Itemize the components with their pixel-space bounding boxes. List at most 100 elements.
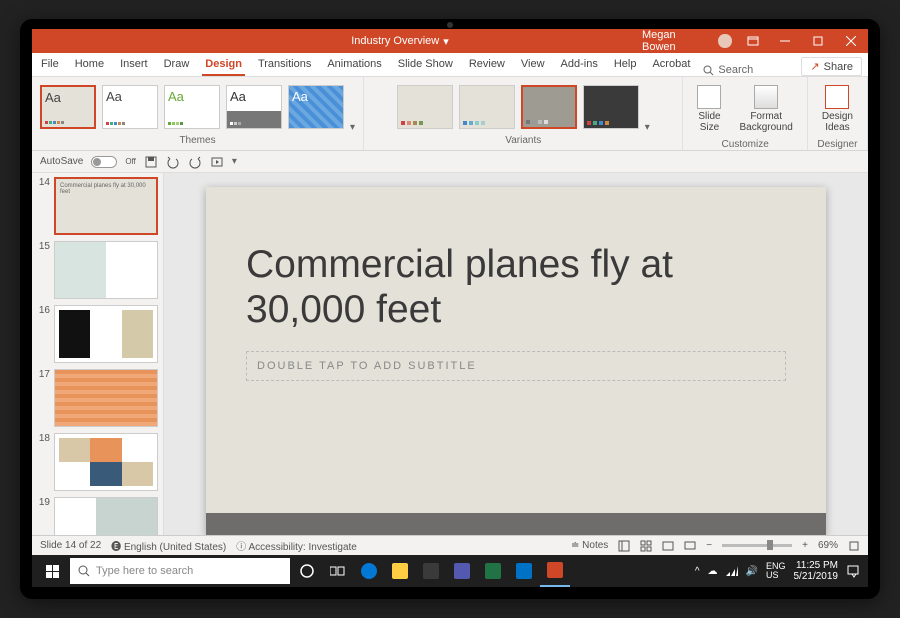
- maximize-button[interactable]: [807, 36, 830, 46]
- variant-thumb-1[interactable]: [397, 85, 453, 129]
- taskbar-app-store[interactable]: [416, 555, 446, 587]
- title-bar: Industry Overview ▾ Megan Bowen: [32, 29, 868, 53]
- slide[interactable]: Commercial planes fly at 30,000 feet DOU…: [206, 187, 826, 535]
- design-ideas-button[interactable]: Design Ideas: [816, 81, 859, 137]
- tab-review[interactable]: Review: [466, 54, 508, 76]
- variant-thumb-4[interactable]: [583, 85, 639, 129]
- ribbon-display-button[interactable]: [742, 36, 765, 46]
- themes-more-icon[interactable]: ▾: [350, 122, 355, 133]
- design-ideas-icon: [825, 85, 849, 109]
- accessibility-status[interactable]: ⓘ Accessibility: Investigate: [236, 538, 357, 553]
- task-view-icon: [330, 565, 346, 577]
- save-button[interactable]: [144, 155, 158, 169]
- tab-slideshow[interactable]: Slide Show: [395, 54, 456, 76]
- slide-counter: Slide 14 of 22: [40, 540, 101, 551]
- close-button[interactable]: [839, 36, 862, 46]
- share-icon: ↗: [810, 60, 819, 73]
- sorter-view-button[interactable]: [640, 540, 652, 552]
- thumb-15[interactable]: 15: [36, 241, 159, 299]
- tray-chevron-icon[interactable]: ^: [695, 566, 700, 577]
- cortana-button[interactable]: [292, 555, 322, 587]
- reading-view-button[interactable]: [662, 540, 674, 552]
- quick-access-toolbar: AutoSave Off ▾: [32, 151, 868, 173]
- slide-size-button[interactable]: Slide Size: [691, 81, 727, 137]
- tab-addins[interactable]: Add-ins: [558, 54, 601, 76]
- notes-toggle[interactable]: ≐ Notes: [571, 540, 608, 551]
- slide-subtitle-placeholder[interactable]: DOUBLE TAP TO ADD SUBTITLE: [246, 351, 786, 381]
- theme-thumb-4[interactable]: Aa: [226, 85, 282, 129]
- tab-view[interactable]: View: [518, 54, 548, 76]
- autosave-toggle[interactable]: [91, 156, 117, 168]
- tab-draw[interactable]: Draw: [161, 54, 193, 76]
- tray-volume-icon[interactable]: 🔊: [746, 566, 758, 577]
- slideshow-view-button[interactable]: [684, 540, 696, 552]
- variant-thumb-3[interactable]: [521, 85, 577, 129]
- play-icon: [210, 155, 224, 169]
- tray-network-icon[interactable]: [726, 566, 738, 576]
- redo-icon: [188, 155, 202, 169]
- slide-canvas: Commercial planes fly at 30,000 feet DOU…: [164, 173, 868, 535]
- theme-thumb-5[interactable]: Aa: [288, 85, 344, 129]
- language-status[interactable]: 🅔 English (United States): [111, 538, 226, 553]
- themes-group-label: Themes: [40, 133, 355, 146]
- slide-title[interactable]: Commercial planes fly at 30,000 feet: [246, 243, 786, 333]
- tray-notifications-icon[interactable]: [846, 564, 860, 578]
- tray-language[interactable]: ENG US: [766, 562, 786, 580]
- taskbar-app-explorer[interactable]: [385, 555, 415, 587]
- tab-help[interactable]: Help: [611, 54, 640, 76]
- thumb-18[interactable]: 18: [36, 433, 159, 491]
- user-avatar[interactable]: [718, 34, 731, 48]
- tab-transitions[interactable]: Transitions: [255, 54, 314, 76]
- task-view-button[interactable]: [323, 555, 353, 587]
- fit-to-window-button[interactable]: [848, 540, 860, 552]
- tab-animations[interactable]: Animations: [324, 54, 384, 76]
- user-name: Megan Bowen: [642, 29, 708, 53]
- variants-group-label: Variants: [372, 133, 674, 146]
- undo-button[interactable]: [166, 155, 180, 169]
- customize-group-label: Customize: [691, 137, 798, 150]
- thumb-19[interactable]: 19: [36, 497, 159, 535]
- zoom-level[interactable]: 69%: [818, 540, 838, 551]
- dropdown-icon[interactable]: ▾: [443, 35, 449, 48]
- share-button[interactable]: ↗ Share: [801, 57, 862, 76]
- thumb-17[interactable]: 17: [36, 369, 159, 427]
- start-from-beginning-button[interactable]: [210, 155, 224, 169]
- normal-view-button[interactable]: [618, 540, 630, 552]
- zoom-out-button[interactable]: −: [706, 540, 712, 551]
- variant-thumb-2[interactable]: [459, 85, 515, 129]
- theme-thumb-1[interactable]: Aa: [40, 85, 96, 129]
- ribbon-tabs: File Home Insert Draw Design Transitions…: [32, 53, 868, 77]
- taskbar-app-edge[interactable]: [354, 555, 384, 587]
- search-icon: [703, 65, 714, 76]
- windows-logo-icon: [46, 565, 59, 578]
- theme-thumb-3[interactable]: Aa: [164, 85, 220, 129]
- tell-me-search[interactable]: Search: [703, 64, 753, 76]
- tab-file[interactable]: File: [38, 54, 62, 76]
- minimize-button[interactable]: [774, 36, 797, 46]
- theme-thumb-2[interactable]: Aa: [102, 85, 158, 129]
- taskbar-app-excel[interactable]: [478, 555, 508, 587]
- tray-clock[interactable]: 11:25 PM 5/21/2019: [794, 560, 839, 582]
- undo-icon: [166, 155, 180, 169]
- taskbar-app-teams[interactable]: [447, 555, 477, 587]
- redo-button[interactable]: [188, 155, 202, 169]
- tab-insert[interactable]: Insert: [117, 54, 151, 76]
- format-bg-icon: [754, 85, 778, 109]
- tab-acrobat[interactable]: Acrobat: [649, 54, 693, 76]
- tab-design[interactable]: Design: [202, 54, 245, 76]
- taskbar-search[interactable]: Type here to search: [70, 558, 290, 584]
- document-title: Industry Overview: [351, 35, 439, 47]
- format-background-button[interactable]: Format Background: [733, 81, 798, 137]
- thumb-14[interactable]: 14Commercial planes fly at 30,000 feet: [36, 177, 159, 235]
- thumb-16[interactable]: 16: [36, 305, 159, 363]
- tray-onedrive-icon[interactable]: ☁: [708, 566, 718, 577]
- tab-home[interactable]: Home: [72, 54, 107, 76]
- taskbar-app-outlook[interactable]: [509, 555, 539, 587]
- qat-more-icon[interactable]: ▾: [232, 156, 237, 167]
- variants-more-icon[interactable]: ▾: [645, 122, 650, 133]
- taskbar-app-powerpoint[interactable]: [540, 555, 570, 587]
- zoom-slider[interactable]: [722, 544, 792, 547]
- start-button[interactable]: [36, 555, 68, 587]
- status-bar: Slide 14 of 22 🅔 English (United States)…: [32, 535, 868, 555]
- zoom-in-button[interactable]: +: [802, 540, 808, 551]
